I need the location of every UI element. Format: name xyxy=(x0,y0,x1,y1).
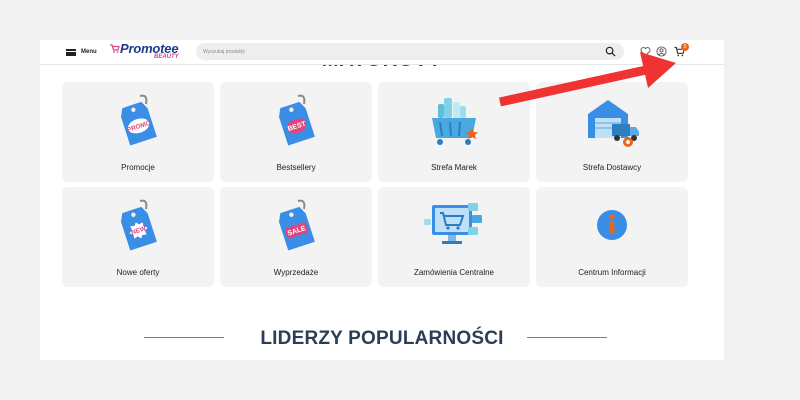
search-bar xyxy=(196,43,624,60)
tile-strefa-marek[interactable]: Strefa Marek xyxy=(378,82,530,182)
hamburger-icon xyxy=(66,48,76,56)
section-title: LIDERZY POPULARNOŚCI xyxy=(260,328,504,349)
tile-label: Centrum Informacji xyxy=(578,268,646,277)
sale-tag-icon: SALE xyxy=(278,199,315,251)
tile-label: Wyprzedaże xyxy=(273,268,319,277)
search-input[interactable] xyxy=(203,46,593,57)
logo[interactable]: Promotee BEAUTY xyxy=(110,41,190,62)
tile-wyprzedaze[interactable]: SALE Wyprzedaże xyxy=(220,187,372,287)
tile-label: Strefa Marek xyxy=(431,163,477,172)
tile-nowe-oferty[interactable]: NEW Nowe oferty xyxy=(62,187,214,287)
cart-count-badge: 0 xyxy=(681,43,689,51)
tile-strefa-dostawcy[interactable]: Strefa Dostawcy xyxy=(536,82,688,182)
search-icon[interactable] xyxy=(605,46,616,57)
menu-label: Menu xyxy=(81,49,97,55)
best-tag-icon: BEST xyxy=(278,94,315,146)
promo-tag-icon: PROMO xyxy=(120,94,157,146)
online-shop-icon xyxy=(424,203,482,244)
tile-label: Zamówienia Centralne xyxy=(413,268,495,277)
popularity-leaders-heading: LIDERZY POPULARNOŚCI xyxy=(40,328,724,358)
account-icon[interactable] xyxy=(656,46,667,57)
wishlist-heart-icon[interactable] xyxy=(640,46,651,57)
site-header: Menu Promotee BEAUTY Wyszukaj produkty 0 xyxy=(40,40,724,65)
info-icon xyxy=(597,210,627,240)
tile-zamowienia-centralne[interactable]: Zamówienia Centralne xyxy=(378,187,530,287)
tile-promocje[interactable]: PROMO Promocje xyxy=(62,82,214,182)
tile-label: Promocje xyxy=(121,163,155,172)
tile-bestsellery[interactable]: BEST Bestsellery xyxy=(220,82,372,182)
warehouse-truck-icon xyxy=(588,100,639,147)
page-content: MATOKOTY Menu Promotee BEAUTY xyxy=(40,40,724,360)
logo-subtext: BEAUTY xyxy=(154,54,179,60)
logo-cart-icon xyxy=(110,44,120,53)
tile-label: Bestsellery xyxy=(276,163,316,172)
cosmetics-basket-icon xyxy=(432,98,478,145)
menu-button[interactable]: Menu xyxy=(66,46,97,58)
new-tag-icon: NEW xyxy=(120,199,157,251)
tile-label: Strefa Dostawcy xyxy=(582,163,642,172)
tile-label: Nowe oferty xyxy=(116,268,160,277)
tile-centrum-informacji[interactable]: Centrum Informacji xyxy=(536,187,688,287)
